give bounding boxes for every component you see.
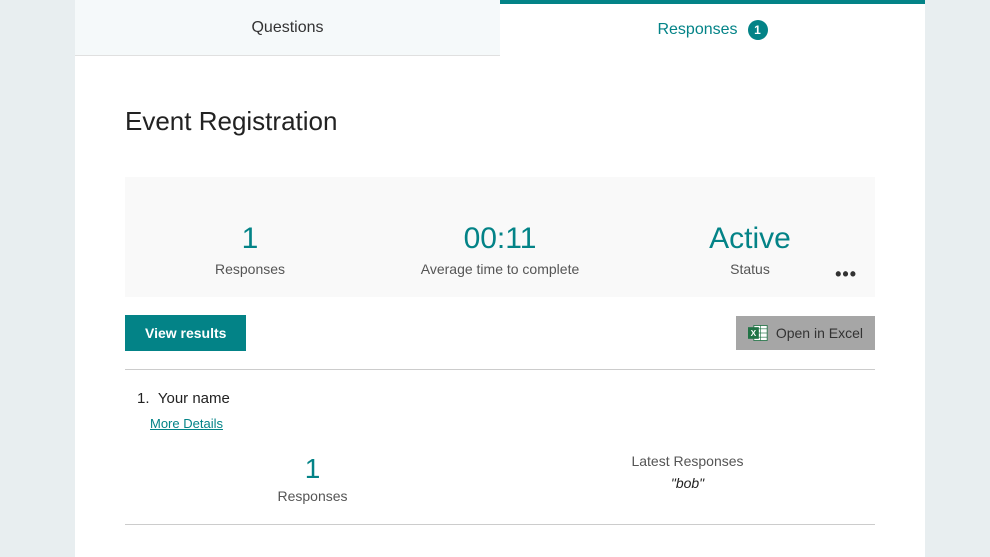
question-title: 1. Your name (125, 390, 875, 407)
stat-avgtime-label: Average time to complete (375, 261, 625, 277)
tab-responses-label: Responses (657, 21, 737, 39)
form-container: Questions Responses 1 Event Registration… (75, 0, 925, 557)
question-divider (125, 524, 875, 525)
page-title: Event Registration (125, 106, 875, 137)
svg-text:X: X (750, 328, 756, 338)
stat-status-value: Active (625, 222, 875, 256)
stats-panel: 1 Responses 00:11 Average time to comple… (125, 177, 875, 297)
tab-questions-label: Questions (251, 19, 323, 37)
open-in-excel-label: Open in Excel (776, 325, 863, 341)
responses-count-badge: 1 (748, 20, 768, 40)
latest-responses-label: Latest Responses (500, 453, 875, 469)
question-responses-label: Responses (125, 488, 500, 504)
more-options-icon[interactable]: ••• (835, 264, 857, 285)
open-in-excel-button[interactable]: X Open in Excel (736, 316, 875, 350)
content: Event Registration 1 Responses 00:11 Ave… (75, 56, 925, 535)
tab-questions[interactable]: Questions (75, 0, 500, 56)
actions-row: View results X Open in Excel (125, 315, 875, 370)
stat-avgtime-value: 00:11 (375, 222, 625, 256)
tabs: Questions Responses 1 (75, 0, 925, 56)
latest-responses-stat: Latest Responses "bob" (500, 453, 875, 504)
question-responses-stat: 1 Responses (125, 453, 500, 504)
stat-responses: 1 Responses (125, 222, 375, 277)
question-stats: 1 Responses Latest Responses "bob" (125, 453, 875, 504)
question-responses-value: 1 (125, 453, 500, 485)
stat-responses-value: 1 (125, 222, 375, 256)
excel-icon: X (748, 324, 768, 342)
stat-avgtime: 00:11 Average time to complete (375, 222, 625, 277)
more-details-link[interactable]: More Details (125, 416, 223, 431)
view-results-button[interactable]: View results (125, 315, 246, 351)
tab-responses[interactable]: Responses 1 (500, 0, 925, 56)
stat-responses-label: Responses (125, 261, 375, 277)
latest-responses-value: "bob" (500, 475, 875, 491)
question-text: Your name (158, 390, 230, 407)
question-block: 1. Your name More Details 1 Responses La… (125, 370, 875, 535)
